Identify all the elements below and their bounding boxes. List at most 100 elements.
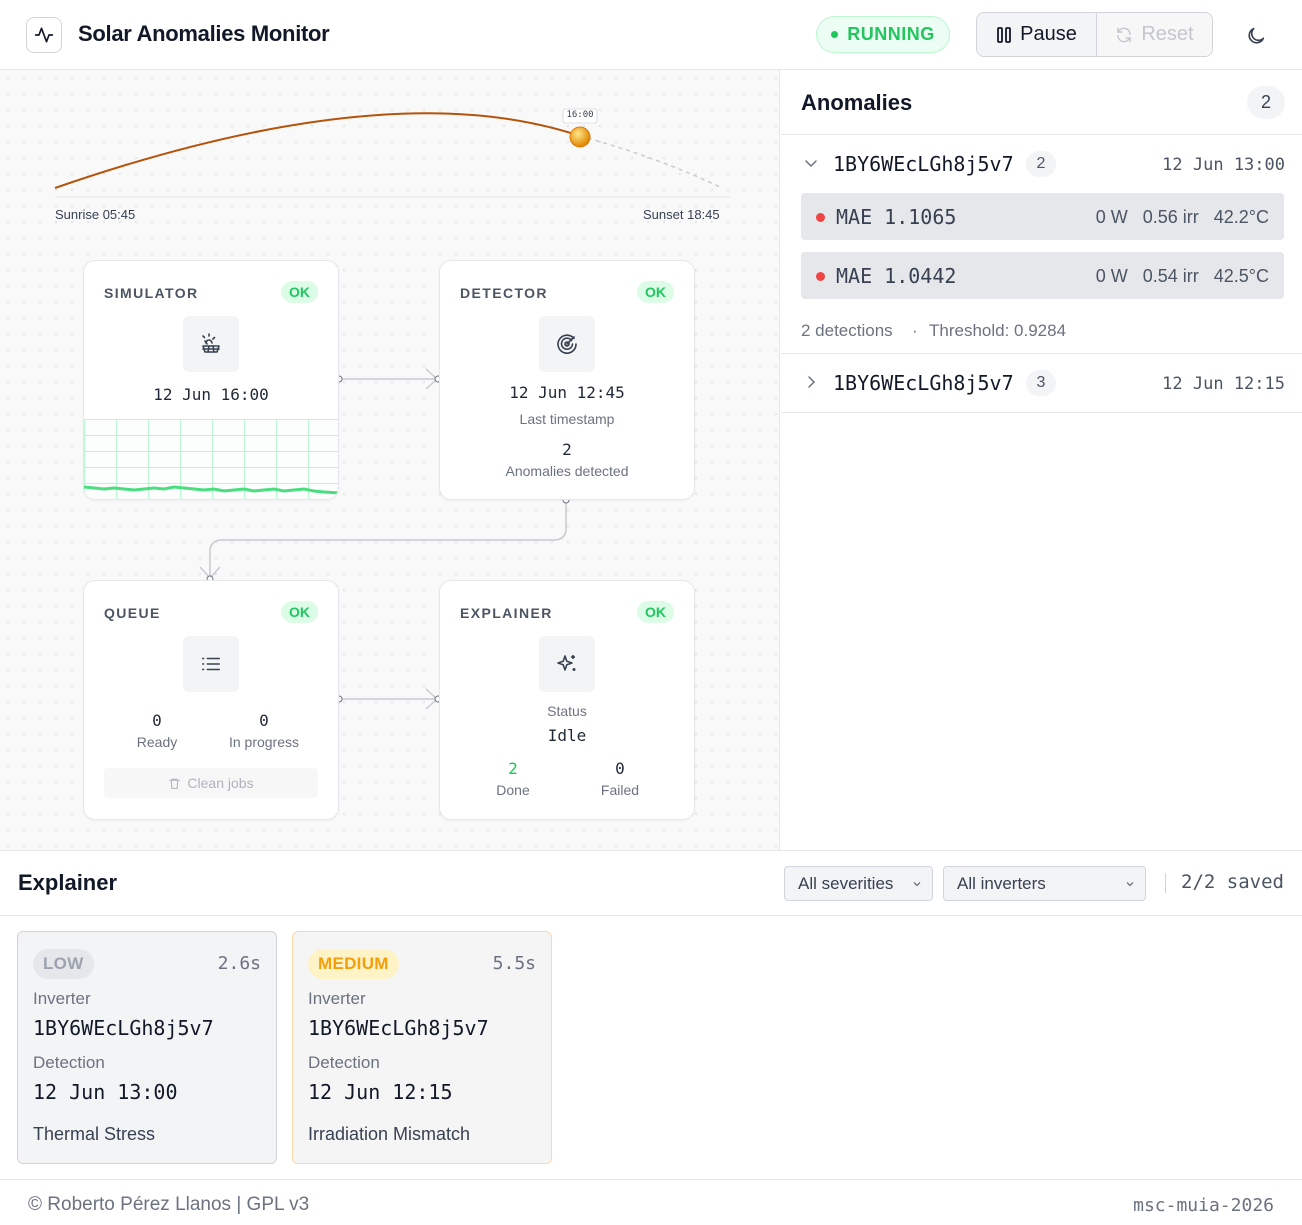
app-title: Solar Anomalies Monitor [78,21,330,46]
inverter-label: Inverter [33,989,91,1008]
queue-in-progress-value: 0 [259,711,269,730]
sun-arc-remaining [579,135,723,189]
pause-button[interactable]: Pause [977,13,1097,56]
status-text: RUNNING [847,24,935,44]
moon-icon [1248,27,1265,44]
footer-separator: · [912,321,918,340]
detection-irradiance: 0.56 irr [1142,207,1199,227]
detector-anomaly-label: Anomalies detected [505,463,629,479]
trash-icon [169,778,181,789]
clean-jobs-label: Clean jobs [187,775,254,791]
sun-marker [569,126,591,148]
anomalies-panel: Anomalies 2 1BY6WEcLGh8j5v7 2 12 Jun 13:… [781,70,1302,850]
anomaly-group-header[interactable]: 1BY6WEcLGh8j5v7 2 12 Jun 13:00 [781,135,1302,193]
inverter-filter-value: All inverters [957,873,1046,893]
status-badge: OK [637,281,674,303]
solar-panel-icon [202,333,220,353]
sun-arc-traveled [54,112,581,189]
severity-badge: LOW [33,949,94,979]
inverter-id: 1BY6WEcLGh8j5v7 [833,152,1014,176]
detection-power: 0 W [1095,207,1128,227]
theme-toggle-button[interactable] [1240,20,1272,52]
detection-mae: MAE 1.0442 [836,264,957,288]
detector-anomaly-count: 2 [562,440,572,459]
chevron-down-icon [1126,882,1134,887]
inverter-value: 1BY6WEcLGh8j5v7 [33,1016,214,1040]
list-icon [202,657,220,671]
explainer-done-value: 2 [508,759,518,778]
queue-ready-value: 0 [152,711,162,730]
anomalies-header: Anomalies 2 [781,70,1302,135]
chevron-right-icon [808,376,816,388]
detector-node[interactable]: DETECTOR OK 12 Jun 12:45 Last timestamp … [439,260,695,500]
simulator-sparkline [84,419,338,499]
detection-value: 12 Jun 12:15 [308,1080,453,1104]
queue-node[interactable]: QUEUE OK 0 Ready 0 In progress Clean job… [83,580,339,820]
inverter-filter-select[interactable]: All inverters [943,866,1146,901]
detection-count-badge: 2 [1026,151,1056,177]
refresh-icon [1117,27,1132,42]
detection-label: Detection [308,1053,380,1072]
explanation-duration: 2.6s [217,953,261,974]
sunrise-label: Sunrise 05:45 [55,207,136,222]
clean-jobs-button[interactable]: Clean jobs [104,768,318,798]
explanation-card[interactable]: MEDIUM 5.5s Inverter 1BY6WEcLGh8j5v7 Det… [292,931,552,1164]
anomaly-group-header[interactable]: 1BY6WEcLGh8j5v7 3 12 Jun 12:15 [781,354,1302,412]
queue-in-progress-stat: 0 In progress [204,711,324,750]
queue-ready-stat: 0 Ready [97,711,217,750]
detection-mae: MAE 1.1065 [836,205,957,229]
inverter-id: 1BY6WEcLGh8j5v7 [833,371,1014,395]
node-title: SIMULATOR [104,285,199,301]
threshold-value: Threshold: 0.9284 [929,321,1067,340]
node-icon-box [183,636,239,692]
explainer-status-value: Idle [547,726,587,745]
detection-row[interactable]: MAE 1.1065 0 W 0.56 irr 42.2°C [801,193,1284,240]
anomaly-type: Irradiation Mismatch [308,1124,471,1144]
explainer-failed-value: 0 [615,759,625,778]
status-dot [831,31,839,38]
anomaly-type: Thermal Stress [33,1124,156,1144]
node-icon-box [539,636,595,692]
anomaly-group: 1BY6WEcLGh8j5v7 2 12 Jun 13:00 MAE 1.106… [781,135,1302,354]
status-badge: OK [281,601,318,623]
explainer-node[interactable]: EXPLAINER OK Status Idle 2 Done 0 Failed [439,580,695,820]
node-title: QUEUE [104,605,161,621]
inverter-value: 1BY6WEcLGh8j5v7 [308,1016,489,1040]
sunset-label: Sunset 18:45 [643,207,720,222]
queue-ready-label: Ready [136,734,178,750]
activity-icon [34,27,54,43]
reset-button[interactable]: Reset [1096,13,1212,56]
detection-power: 0 W [1095,266,1128,286]
severity-filter-value: All severities [798,873,894,893]
reset-label: Reset [1141,23,1194,45]
node-title: DETECTOR [460,285,548,301]
chevron-down-icon [805,160,817,168]
running-status-badge: RUNNING [816,16,950,53]
explainer-status-label: Status [547,703,587,719]
app-header: Solar Anomalies Monitor RUNNING Pause Re… [0,0,1302,70]
detector-last-timestamp: 12 Jun 12:45 [509,383,625,402]
anomaly-dot [816,272,825,281]
group-footer: 2 detections · Threshold: 0.9284 [781,311,1302,353]
page-footer: © Roberto Pérez Llanos | GPL v3 msc-muia… [0,1179,1302,1225]
status-badge: OK [281,281,318,303]
detection-value: 12 Jun 13:00 [33,1080,178,1104]
simulator-timestamp: 12 Jun 16:00 [153,385,269,404]
radar-icon [557,334,577,354]
edge-detector-queue [209,500,567,578]
detection-meta: 0 W 0.54 irr 42.5°C [1096,266,1269,287]
anomalies-title: Anomalies [801,90,913,115]
explainer-section-header: Explainer All severities All inverters 2… [0,850,1302,916]
queue-in-progress-label: In progress [228,734,300,750]
severity-filter-select[interactable]: All severities [784,866,933,901]
simulator-node[interactable]: SIMULATOR OK 12 Jun 16:00 [83,260,339,500]
detections-summary: 2 detections [801,321,893,340]
node-title: EXPLAINER [460,605,553,621]
pause-label: Pause [1020,23,1077,45]
explainer-failed-label: Failed [600,782,640,798]
anomalies-count-badge: 2 [1247,86,1285,119]
detection-row[interactable]: MAE 1.0442 0 W 0.54 irr 42.5°C [801,252,1284,299]
explanation-card[interactable]: LOW 2.6s Inverter 1BY6WEcLGh8j5v7 Detect… [17,931,277,1164]
explainer-title: Explainer [18,870,118,895]
explanation-duration: 5.5s [492,953,536,974]
